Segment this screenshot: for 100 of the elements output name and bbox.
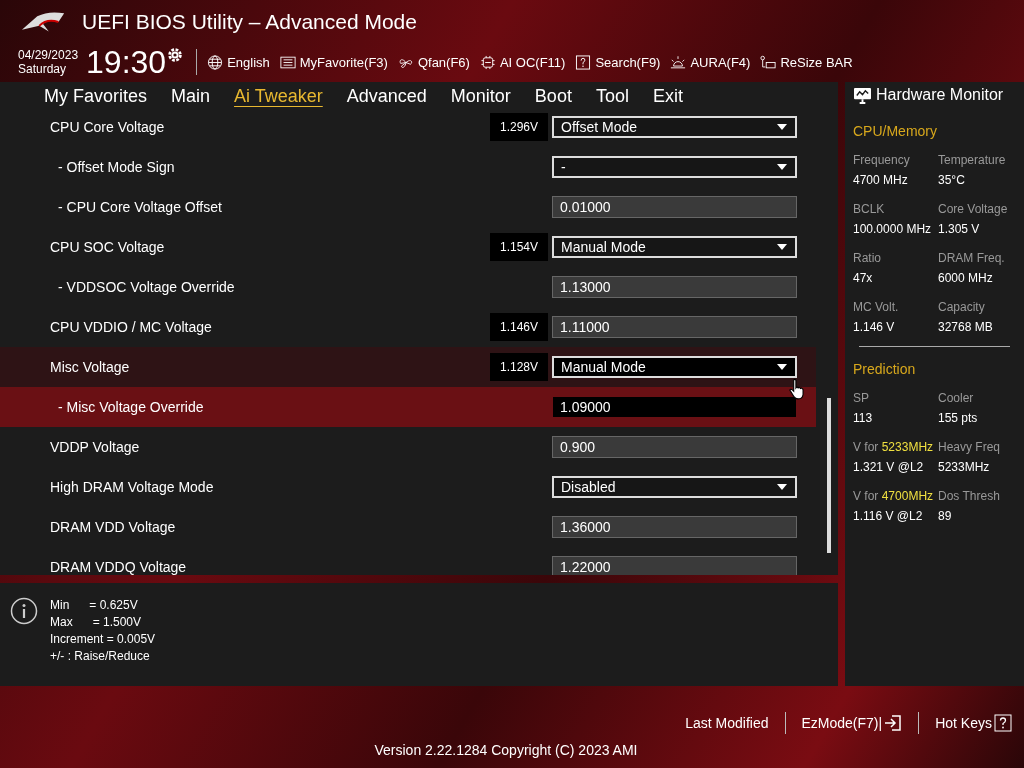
footer-button[interactable]: Last Modified (685, 715, 769, 731)
question-icon (575, 54, 592, 70)
card-icon (760, 54, 777, 70)
stat-value: 1.305 V (938, 222, 981, 236)
caret-icon (777, 364, 787, 370)
nav-tab[interactable]: My Favorites (34, 82, 158, 110)
setting-label: Misc Voltage (50, 359, 131, 375)
input-field[interactable]: 1.11000 (552, 316, 797, 338)
voltage-reading: 1.296V (490, 113, 548, 141)
stat-value: 113 (853, 411, 874, 425)
toolbar-button[interactable]: Search(F9) (575, 54, 661, 70)
input-field[interactable]: 0.01000 (552, 196, 797, 218)
setting-row[interactable]: DRAM VDDQ Voltage 1.22000 (0, 547, 816, 575)
input-field[interactable]: 1.13000 (552, 276, 797, 298)
help-text: Min = 0.625V (50, 597, 139, 614)
nav-tab[interactable]: Advanced (336, 82, 437, 110)
stat-value: 5233MHz (938, 460, 991, 474)
setting-label: DRAM VDDQ Voltage (50, 559, 188, 575)
setting-label: - Misc Voltage Override (58, 399, 205, 415)
dropdown-field[interactable]: Offset Mode (552, 116, 797, 138)
footer-button[interactable]: Hot Keys (935, 714, 1012, 732)
help-text: Max = 1.500V (50, 614, 143, 631)
monitor-icon (853, 86, 872, 104)
stat-value: 1.116 V @L2 (853, 509, 924, 523)
stat-value: 6000 MHz (938, 271, 994, 285)
setting-row[interactable]: - CPU Core Voltage Offset 0.01000 (0, 187, 816, 227)
nav-tab[interactable]: Main (161, 82, 221, 110)
setting-label: - CPU Core Voltage Offset (58, 199, 223, 215)
toolbar-button[interactable]: English (207, 54, 270, 70)
stat-label: Heavy Freq (938, 440, 1002, 454)
dropdown-field[interactable]: Disabled (552, 476, 797, 498)
help-icon (994, 714, 1012, 732)
window-title: UEFI BIOS Utility – Advanced Mode (82, 10, 417, 34)
section-title: CPU/Memory (853, 123, 938, 139)
voltage-reading: 1.146V (490, 313, 548, 341)
settings-icon[interactable] (166, 46, 185, 64)
stat-value: 89 (938, 509, 953, 523)
setting-row[interactable]: DRAM VDD Voltage 1.36000 (0, 507, 816, 547)
toolbar-button[interactable]: ReSize BAR (760, 54, 853, 70)
section-title: Prediction (853, 361, 917, 377)
help-text: Increment = 0.005V (50, 631, 156, 648)
setting-label: DRAM VDD Voltage (50, 519, 177, 535)
caret-icon (777, 124, 787, 130)
nav-tab[interactable]: Tool (585, 82, 639, 110)
chip-icon (479, 54, 496, 70)
nav-tab[interactable]: Monitor (440, 82, 521, 110)
day-text: Saturday (18, 62, 68, 76)
caret-icon (777, 484, 787, 490)
toolbar-button[interactable]: AURA(F4) (670, 54, 751, 70)
globe-icon (207, 54, 224, 70)
setting-row[interactable]: High DRAM Voltage Mode Disabled (0, 467, 816, 507)
stat-label: V for 4700MHz (853, 489, 935, 503)
caret-icon (777, 164, 787, 170)
stat-label: Core Voltage (938, 202, 1009, 216)
stat-label: V for 5233MHz (853, 440, 935, 454)
nav-tab[interactable]: Ai Tweaker (224, 82, 333, 110)
setting-row[interactable]: CPU VDDIO / MC Voltage 1.146V 1.11000 (0, 307, 816, 347)
stat-value: 155 pts (938, 411, 979, 425)
input-field[interactable]: 1.36000 (552, 516, 797, 538)
setting-row[interactable]: - VDDSOC Voltage Override 1.13000 (0, 267, 816, 307)
input-field[interactable]: 1.22000 (552, 556, 797, 575)
setting-row[interactable]: CPU Core Voltage 1.296V Offset Mode (0, 110, 816, 147)
stat-label: Capacity (938, 300, 986, 314)
setting-row[interactable]: - Offset Mode Sign - (0, 147, 816, 187)
setting-row[interactable]: CPU SOC Voltage 1.154V Manual Mode (0, 227, 816, 267)
stat-label: BCLK (853, 202, 886, 216)
setting-label: VDDP Voltage (50, 439, 141, 455)
stat-value: 47x (853, 271, 874, 285)
stat-value: 1.146 V (853, 320, 896, 334)
nav-tab[interactable]: Exit (642, 82, 693, 110)
stat-label: Ratio (853, 251, 882, 265)
toolbar-button[interactable]: MyFavorite(F3) (279, 54, 388, 70)
hovered-row[interactable]: Misc Voltage 1.128V Manual Mode (0, 347, 816, 387)
selected-row[interactable]: - Misc Voltage Override 1.09000 (0, 387, 816, 427)
stat-value: 32768 MB (938, 320, 994, 334)
input-field[interactable]: 1.09000 (552, 396, 797, 418)
toolbar-button[interactable]: Qfan(F6) (397, 54, 470, 70)
hand-cursor-icon (788, 378, 806, 400)
dropdown-field[interactable]: Manual Mode (552, 236, 797, 258)
stat-value: 4700 MHz (853, 173, 909, 187)
stat-value: 1.321 V @L2 (853, 460, 925, 474)
stat-value: 35°C (938, 173, 966, 187)
voltage-reading: 1.128V (490, 353, 548, 381)
dropdown-field[interactable]: Manual Mode (552, 356, 797, 378)
scrollbar[interactable] (827, 398, 831, 553)
stat-label: MC Volt. (853, 300, 900, 314)
date-text: 04/29/2023 (18, 48, 79, 62)
nav-tab[interactable]: Boot (524, 82, 582, 110)
version-text: Version 2.22.1284 Copyright (C) 2023 AMI (374, 742, 638, 758)
exit-arrow-icon (884, 714, 903, 732)
clock-time: 19:30 (86, 43, 167, 81)
input-field[interactable]: 0.900 (552, 436, 797, 458)
list-icon (279, 54, 296, 70)
setting-row[interactable]: VDDP Voltage 0.900 (0, 427, 816, 467)
toolbar-button[interactable]: AI OC(F11) (479, 54, 566, 70)
stat-label: Temperature (938, 153, 1007, 167)
setting-label: CPU Core Voltage (50, 119, 166, 135)
help-text: +/- : Raise/Reduce (50, 648, 151, 665)
footer-button[interactable]: EzMode(F7)| (801, 714, 903, 732)
dropdown-field[interactable]: - (552, 156, 797, 178)
